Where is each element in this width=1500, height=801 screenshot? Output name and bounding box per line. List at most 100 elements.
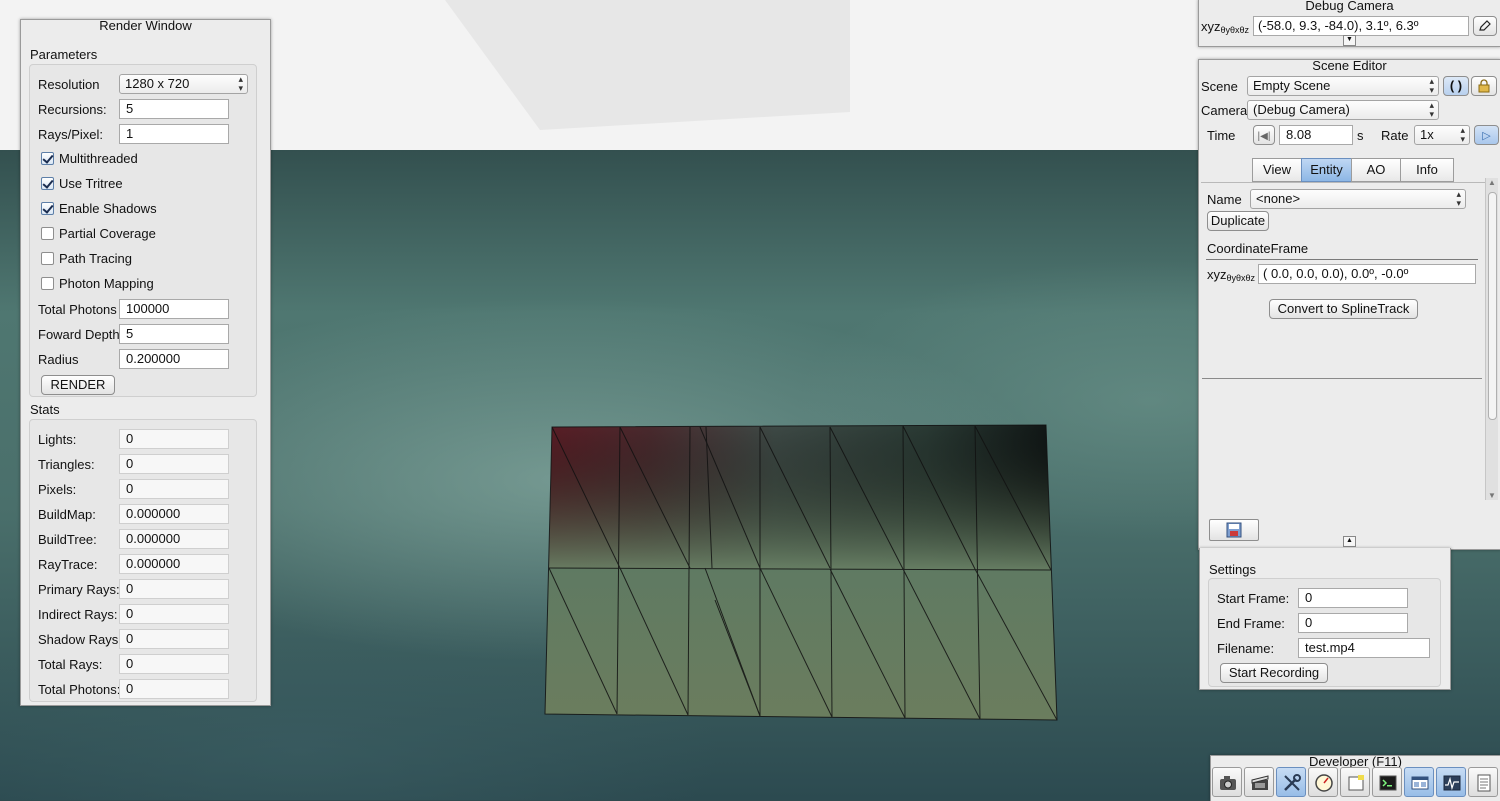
tab-entity[interactable]: Entity [1301,158,1352,182]
scroll-up-icon[interactable]: ▲ [1486,178,1498,187]
window-tool-button[interactable] [1404,767,1434,797]
save-scene-button[interactable] [1209,519,1259,541]
speedometer-tool-button[interactable] [1308,767,1338,797]
debug-camera-title[interactable]: Debug Camera [1199,0,1500,12]
render-window-title[interactable]: Render Window [21,19,270,32]
use-tritree-checkbox[interactable] [41,177,54,190]
end-frame-label: End Frame: [1217,616,1285,631]
multithreaded-label: Multithreaded [59,151,138,166]
total-photons-input[interactable]: 100000 [119,299,229,319]
rays-per-pixel-label: Rays/Pixel: [38,127,104,142]
stat-pixels-value: 0 [119,479,229,499]
start-frame-input[interactable]: 0 [1298,588,1408,608]
partial-coverage-label: Partial Coverage [59,226,156,241]
time-input[interactable]: 8.08 [1279,125,1353,145]
convert-spline-button[interactable]: Convert to SplineTrack [1269,299,1418,319]
profiler-icon [1443,775,1461,791]
expand-arrow-icon[interactable]: ▼ [1343,35,1356,46]
debug-camera-panel: Debug Camera xyzθyθxθz (-58.0, 9.3, -84.… [1198,0,1500,47]
collapse-arrow-icon[interactable]: ▲ [1343,536,1356,547]
edit-camera-button[interactable] [1473,16,1497,36]
name-select[interactable]: <none> ▴ ▾ [1250,189,1466,209]
stat-total-photons-label: Total Photons: [38,682,121,697]
resolution-label: Resolution [38,77,100,92]
partial-coverage-checkbox[interactable] [41,227,54,240]
recursions-input[interactable]: 5 [119,99,229,119]
render-window-panel: Render Window Parameters Resolution 1280… [20,19,271,706]
reload-scene-button[interactable]: ( ) [1443,76,1469,96]
path-tracing-checkbox[interactable] [41,252,54,265]
use-tritree-label: Use Tritree [59,176,123,191]
profiler-tool-button[interactable] [1436,767,1466,797]
render-button[interactable]: RENDER [41,375,115,395]
scroll-down-icon[interactable]: ▼ [1486,491,1498,500]
document-tool-button[interactable] [1468,767,1498,797]
play-icon: ▷ [1482,130,1491,142]
stat-triangles-value: 0 [119,454,229,474]
time-reset-button[interactable]: |◀| [1253,125,1275,145]
stat-buildmap-label: BuildMap: [38,507,96,522]
scene-editor-title[interactable]: Scene Editor [1199,59,1500,72]
multithreaded-checkbox[interactable] [41,152,54,165]
tab-ao[interactable]: AO [1351,158,1401,182]
tab-view[interactable]: View [1252,158,1302,182]
stats-label: Stats [30,402,60,417]
camera-select[interactable]: (Debug Camera) ▴ ▾ [1247,100,1439,120]
scene-value: Empty Scene [1253,78,1331,93]
name-label: Name [1207,192,1242,207]
stat-raytrace-label: RayTrace: [38,557,98,572]
time-unit: s [1357,128,1364,143]
updown-arrows-icon: ▴ ▾ [1460,125,1465,144]
speedometer-icon [1315,774,1333,792]
stat-buildtree-label: BuildTree: [38,532,97,547]
enable-shadows-checkbox[interactable] [41,202,54,215]
play-button[interactable]: ▷ [1474,125,1499,145]
camera-tool-button[interactable] [1212,767,1242,797]
path-tracing-label: Path Tracing [59,251,132,266]
photon-mapping-label: Photon Mapping [59,276,154,291]
stat-shadow-rays-value: 0 [119,629,229,649]
coord-prefix: xyz [1201,19,1221,34]
resolution-select[interactable]: 1280 x 720 ▴ ▾ [119,74,248,94]
stat-buildmap-value: 0.000000 [119,504,229,524]
wrench-icon [1284,774,1301,791]
forward-depth-input[interactable]: 5 [119,324,229,344]
start-recording-button[interactable]: Start Recording [1220,663,1328,683]
lock-scene-button[interactable] [1471,76,1497,96]
parameters-label: Parameters [30,47,98,62]
camera-icon [1220,776,1236,790]
filename-input[interactable]: test.mp4 [1298,638,1430,658]
frame-prefix: xyz [1207,267,1227,282]
coordinate-frame-label: CoordinateFrame [1207,241,1309,256]
settings-label: Settings [1209,562,1256,577]
stat-buildtree-value: 0.000000 [119,529,229,549]
radius-label: Radius [38,352,79,367]
rays-per-pixel-input[interactable]: 1 [119,124,229,144]
duplicate-button[interactable]: Duplicate [1207,211,1269,231]
enable-shadows-label: Enable Shadows [59,201,157,216]
note-icon [1348,775,1364,791]
updown-arrows-icon: ▴ ▾ [1429,100,1434,119]
updown-arrows-icon: ▴ ▾ [1456,189,1461,208]
resolution-value: 1280 x 720 [125,76,190,91]
coordinate-frame-divider [1206,259,1478,260]
photon-mapping-checkbox[interactable] [41,277,54,290]
wrench-tool-button[interactable] [1276,767,1306,797]
tab-info[interactable]: Info [1400,158,1454,182]
note-tool-button[interactable] [1340,767,1370,797]
rate-select[interactable]: 1x ▴ ▾ [1414,125,1470,145]
scene-editor-panel: Scene Editor Scene Empty Scene ▴ ▾ ( ) Ca… [1198,59,1500,550]
scene-select[interactable]: Empty Scene ▴ ▾ [1247,76,1439,96]
scroll-thumb[interactable] [1488,192,1497,420]
frame-coord-input[interactable]: ( 0.0, 0.0, 0.0), 0.0º, -0.0º [1258,264,1476,284]
start-frame-label: Start Frame: [1217,591,1290,606]
name-value: <none> [1256,191,1301,206]
end-frame-input[interactable]: 0 [1298,613,1408,633]
debug-camera-coord-input[interactable]: (-58.0, 9.3, -84.0), 3.1º, 6.3º [1253,16,1469,36]
rate-value: 1x [1420,127,1434,142]
film-tool-button[interactable] [1244,767,1274,797]
terminal-tool-button[interactable] [1372,767,1402,797]
entity-scrollbar[interactable]: ▲ ▼ [1485,178,1498,500]
radius-input[interactable]: 0.200000 [119,349,229,369]
stat-shadow-rays-label: Shadow Rays: [38,632,122,647]
